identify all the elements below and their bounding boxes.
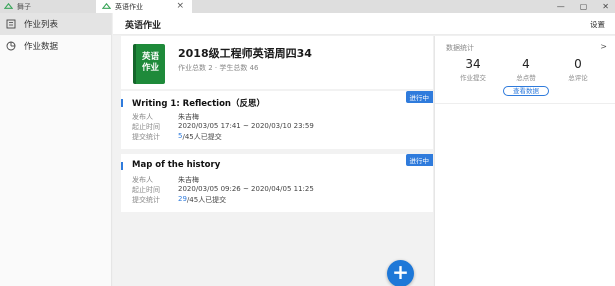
publisher-row: 发布人 朱吉梅 <box>132 112 199 122</box>
close-window-icon[interactable]: ✕ <box>602 2 609 11</box>
card-accent <box>121 162 123 170</box>
course-meta: 作业总数 2 · 学生总数 46 <box>178 64 259 72</box>
publisher-row: 发布人 朱吉梅 <box>132 175 199 185</box>
period-value: 2020/03/05 17:41 ~ 2020/03/10 23:59 <box>178 122 314 130</box>
stats-panel: 数据统计 > 34 作业提交 4 总点赞 0 总评论 查看数据 <box>434 36 615 286</box>
sidebar-item-label: 作业数据 <box>24 42 59 52</box>
course-header: 英语 作业 2018级工程师英语周四34 作业总数 2 · 学生总数 46 <box>121 36 433 89</box>
close-icon[interactable]: × <box>176 1 184 11</box>
assignment-title: Map of the history <box>132 160 221 170</box>
app-logo-icon <box>102 2 111 9</box>
status-badge: 进行中 <box>405 154 433 166</box>
view-data-button[interactable]: 查看数据 <box>503 86 549 96</box>
stats-title: 数据统计 <box>446 44 474 52</box>
tab-label: 舞子 <box>17 2 31 11</box>
stat-label: 作业提交 <box>460 74 486 82</box>
period-label: 起止时间 <box>132 123 160 131</box>
assignment-card[interactable]: 进行中 Writing 1: Reflection（反思） 发布人 朱吉梅 起止… <box>121 91 433 149</box>
window-controls: — ▢ ✕ <box>557 0 609 13</box>
add-assignment-button[interactable]: + <box>387 260 414 286</box>
page-header: 英语作业 设置 <box>113 13 615 35</box>
stat-submissions: 34 作业提交 <box>448 57 498 82</box>
course-title: 2018级工程师英语周四34 <box>178 47 312 60</box>
publisher-value: 朱吉梅 <box>178 113 199 121</box>
sidebar-item-homework-data[interactable]: 作业数据 <box>0 35 111 57</box>
list-icon <box>6 19 16 29</box>
sidebar: 作业列表 作业数据 <box>0 13 112 286</box>
period-row: 起止时间 2020/03/05 09:26 ~ 2020/04/05 11:25 <box>132 185 314 195</box>
title-bar: 舞子 英语作业 × — ▢ ✕ <box>0 0 615 13</box>
status-badge: 进行中 <box>405 91 433 103</box>
cover-text: 英语 <box>141 52 159 62</box>
maximize-icon[interactable]: ▢ <box>580 2 588 11</box>
tab-wuzi[interactable]: 舞子 <box>0 0 96 13</box>
main-content: 英语 作业 2018级工程师英语周四34 作业总数 2 · 学生总数 46 进行… <box>113 36 433 286</box>
minimize-icon[interactable]: — <box>557 2 565 11</box>
submission-row: 提交统计 29 /45人已提交 <box>132 195 226 205</box>
stat-value: 4 <box>522 57 530 71</box>
stat-likes: 4 总点赞 <box>501 57 551 82</box>
page-title: 英语作业 <box>125 21 162 31</box>
submission-label: 提交统计 <box>132 133 160 141</box>
submission-row: 提交统计 5 /45人已提交 <box>132 132 222 142</box>
submission-total: /45人已提交 <box>186 196 227 204</box>
period-row: 起止时间 2020/03/05 17:41 ~ 2020/03/10 23:59 <box>132 122 314 132</box>
submission-total: /45人已提交 <box>182 133 222 141</box>
publisher-value: 朱吉梅 <box>178 176 199 184</box>
submission-label: 提交统计 <box>132 196 160 204</box>
sidebar-item-homework-list[interactable]: 作业列表 <box>0 13 111 35</box>
stat-comments: 0 总评论 <box>553 57 603 82</box>
app-logo-icon <box>4 2 13 9</box>
assignment-card[interactable]: 进行中 Map of the history 发布人 朱吉梅 起止时间 2020… <box>121 154 433 212</box>
tab-english-homework[interactable]: 英语作业 × <box>96 0 192 13</box>
period-label: 起止时间 <box>132 186 160 194</box>
stat-value: 34 <box>465 57 481 71</box>
publisher-label: 发布人 <box>132 113 153 121</box>
period-value: 2020/03/05 09:26 ~ 2020/04/05 11:25 <box>178 185 314 193</box>
chevron-right-icon[interactable]: > <box>600 42 607 51</box>
cover-text: 作业 <box>141 63 159 73</box>
sidebar-item-label: 作业列表 <box>24 20 59 30</box>
stat-label: 总点赞 <box>516 74 536 82</box>
stat-value: 0 <box>574 57 582 71</box>
settings-button[interactable]: 设置 <box>590 19 605 30</box>
publisher-label: 发布人 <box>132 176 153 184</box>
divider <box>435 103 615 104</box>
submission-count: 29 <box>178 195 187 203</box>
assignment-title: Writing 1: Reflection（反思） <box>132 99 265 109</box>
stat-label: 总评论 <box>568 74 588 82</box>
card-accent <box>121 99 123 107</box>
pie-chart-icon <box>6 41 16 51</box>
tab-label: 英语作业 <box>115 2 143 11</box>
course-cover: 英语 作业 <box>133 44 165 84</box>
